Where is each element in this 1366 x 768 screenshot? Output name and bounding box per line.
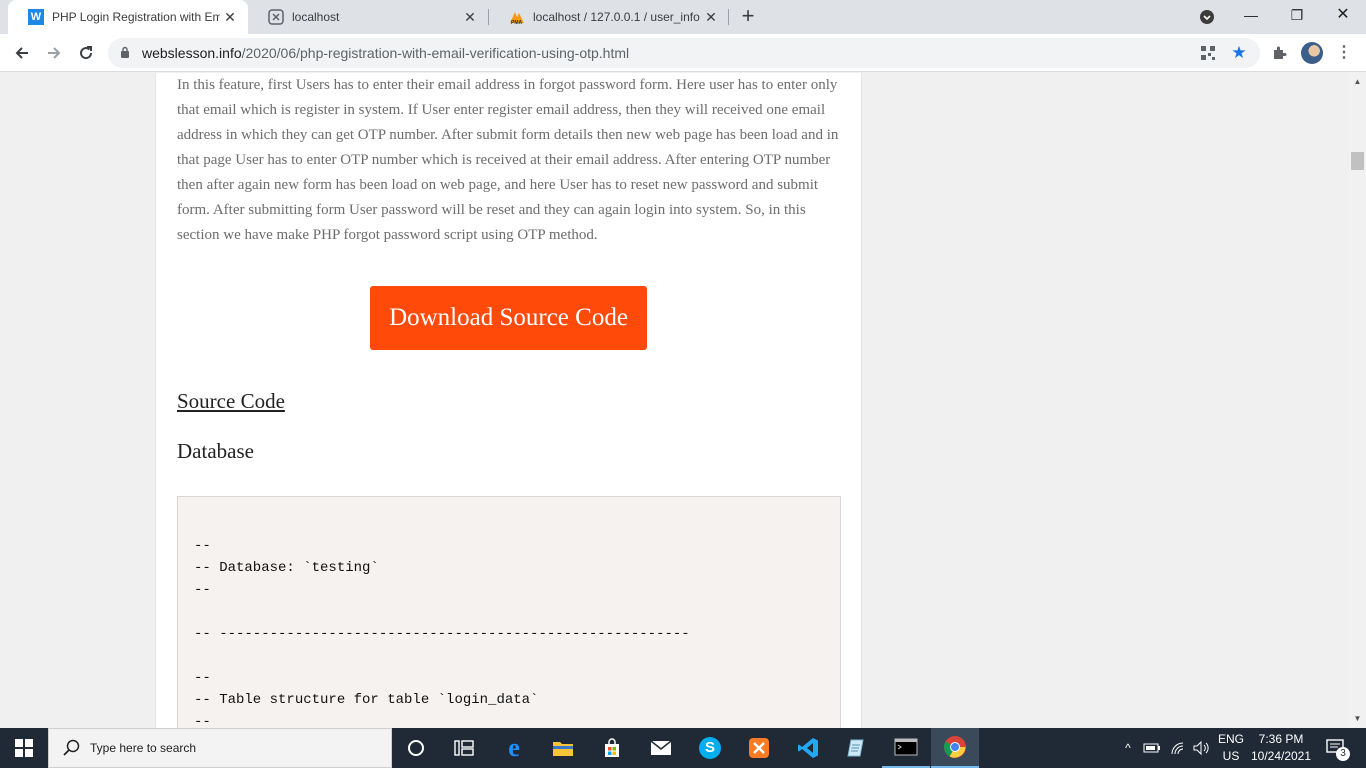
terminal-icon <box>894 738 918 756</box>
volume-icon[interactable] <box>1190 728 1214 768</box>
clock-time: 7:36 PM <box>1258 732 1304 746</box>
notepad-app[interactable] <box>833 728 881 768</box>
battery-icon[interactable] <box>1140 728 1164 768</box>
xampp-icon <box>749 738 769 758</box>
tab-title: PHP Login Registration with Email V <box>52 10 220 24</box>
extensions-icon[interactable] <box>1268 42 1290 64</box>
command-prompt-app[interactable] <box>882 728 930 768</box>
restore-button[interactable]: ❐ <box>1274 0 1320 34</box>
file-explorer-app[interactable] <box>539 728 587 768</box>
qr-code-icon[interactable] <box>1198 43 1218 63</box>
windows-taskbar: Type here to search e S ^ ENG US 7:36 PM… <box>0 728 1366 768</box>
folder-icon <box>553 742 573 756</box>
search-icon <box>63 739 80 756</box>
edge-icon: e <box>508 733 520 762</box>
phpmyadmin-icon: PMA <box>509 9 525 25</box>
xampp-app[interactable] <box>735 728 783 768</box>
minimize-button[interactable]: — <box>1228 0 1274 34</box>
task-view-icon <box>454 740 474 756</box>
close-tab-icon[interactable]: ✕ <box>220 9 240 26</box>
store-app[interactable] <box>588 728 636 768</box>
tab-separator <box>728 9 729 25</box>
back-button[interactable] <box>9 40 35 66</box>
scroll-up-arrow-icon[interactable]: ▲ <box>1349 75 1366 89</box>
start-button[interactable] <box>0 728 48 768</box>
new-tab-button[interactable]: + <box>736 5 760 29</box>
wifi-icon[interactable] <box>1166 728 1190 768</box>
notification-count-badge: 3 <box>1336 747 1350 761</box>
skype-icon: S <box>699 737 721 759</box>
close-window-button[interactable]: ✕ <box>1320 0 1366 34</box>
lock-icon <box>121 46 129 58</box>
chrome-icon <box>944 736 966 758</box>
source-code-heading[interactable]: Source Code <box>177 389 285 414</box>
profile-avatar[interactable] <box>1301 42 1323 64</box>
url-text: webslesson.info/2020/06/php-registration… <box>142 45 629 61</box>
region-code: US <box>1222 749 1240 763</box>
reload-button[interactable] <box>73 40 99 66</box>
scroll-down-arrow-icon[interactable]: ▼ <box>1349 712 1366 726</box>
cortana-icon <box>408 740 424 756</box>
skype-app[interactable]: S <box>686 728 734 768</box>
xampp-icon <box>268 9 284 25</box>
clock[interactable]: 7:36 PM 10/24/2021 <box>1247 731 1315 765</box>
bookmark-star-icon[interactable]: ★ <box>1229 43 1249 63</box>
svg-text:PMA: PMA <box>511 20 523 25</box>
tab-phpmyadmin[interactable]: PMA localhost / 127.0.0.1 / user_info / … <box>489 0 729 34</box>
scroll-thumb[interactable] <box>1351 152 1364 170</box>
url-domain: webslesson.info <box>142 45 242 61</box>
forward-button[interactable] <box>41 40 67 66</box>
article-paragraph: In this feature, first Users has to ente… <box>177 77 839 243</box>
page-viewport: In this feature, first Users has to ente… <box>0 73 1349 728</box>
article-column: In this feature, first Users has to ente… <box>155 73 862 728</box>
chrome-app[interactable] <box>931 728 979 768</box>
taskbar-search-box[interactable]: Type here to search <box>48 728 392 768</box>
close-tab-icon[interactable]: ✕ <box>460 9 480 26</box>
windows-logo-icon <box>15 739 33 757</box>
menu-kebab-icon[interactable]: ⋮ <box>1333 42 1355 64</box>
action-center-button[interactable]: 3 <box>1318 728 1358 768</box>
task-view-button[interactable] <box>440 728 488 768</box>
tab-search-button[interactable] <box>1184 0 1230 34</box>
url-path: /2020/06/php-registration-with-email-ver… <box>241 45 630 61</box>
tab-title: localhost / 127.0.0.1 / user_info / re <box>533 10 701 24</box>
page-scrollbar[interactable]: ▲ ▼ <box>1349 73 1366 728</box>
clock-date: 10/24/2021 <box>1250 749 1312 763</box>
show-hidden-icons-chevron-icon[interactable]: ^ <box>1118 728 1138 768</box>
vscode-icon <box>798 738 818 758</box>
mail-icon <box>650 740 672 755</box>
address-bar[interactable]: webslesson.info/2020/06/php-registration… <box>108 38 1260 68</box>
browser-toolbar: webslesson.info/2020/06/php-registration… <box>0 34 1366 72</box>
edge-app[interactable]: e <box>490 728 538 768</box>
tab-title: localhost <box>292 10 340 24</box>
search-placeholder: Type here to search <box>90 741 197 755</box>
notepad-icon <box>847 739 864 757</box>
tab-localhost[interactable]: localhost ✕ <box>248 0 488 34</box>
download-source-code-button[interactable]: Download Source Code <box>370 286 647 350</box>
tab-strip: W PHP Login Registration with Email V ✕ … <box>0 0 1366 34</box>
language-code: ENG <box>1217 732 1244 746</box>
mail-app[interactable] <box>637 728 685 768</box>
cortana-button[interactable] <box>392 728 440 768</box>
tab-php-login[interactable]: W PHP Login Registration with Email V ✕ <box>8 0 248 34</box>
code-block: -- -- Database: `testing` -- -- --------… <box>177 496 841 728</box>
webslesson-favicon-icon: W <box>28 9 44 25</box>
close-tab-icon[interactable]: ✕ <box>701 9 721 26</box>
store-bag-icon <box>605 738 619 757</box>
vscode-app[interactable] <box>784 728 832 768</box>
input-language[interactable]: ENG US <box>1214 731 1248 765</box>
database-heading: Database <box>177 439 254 463</box>
